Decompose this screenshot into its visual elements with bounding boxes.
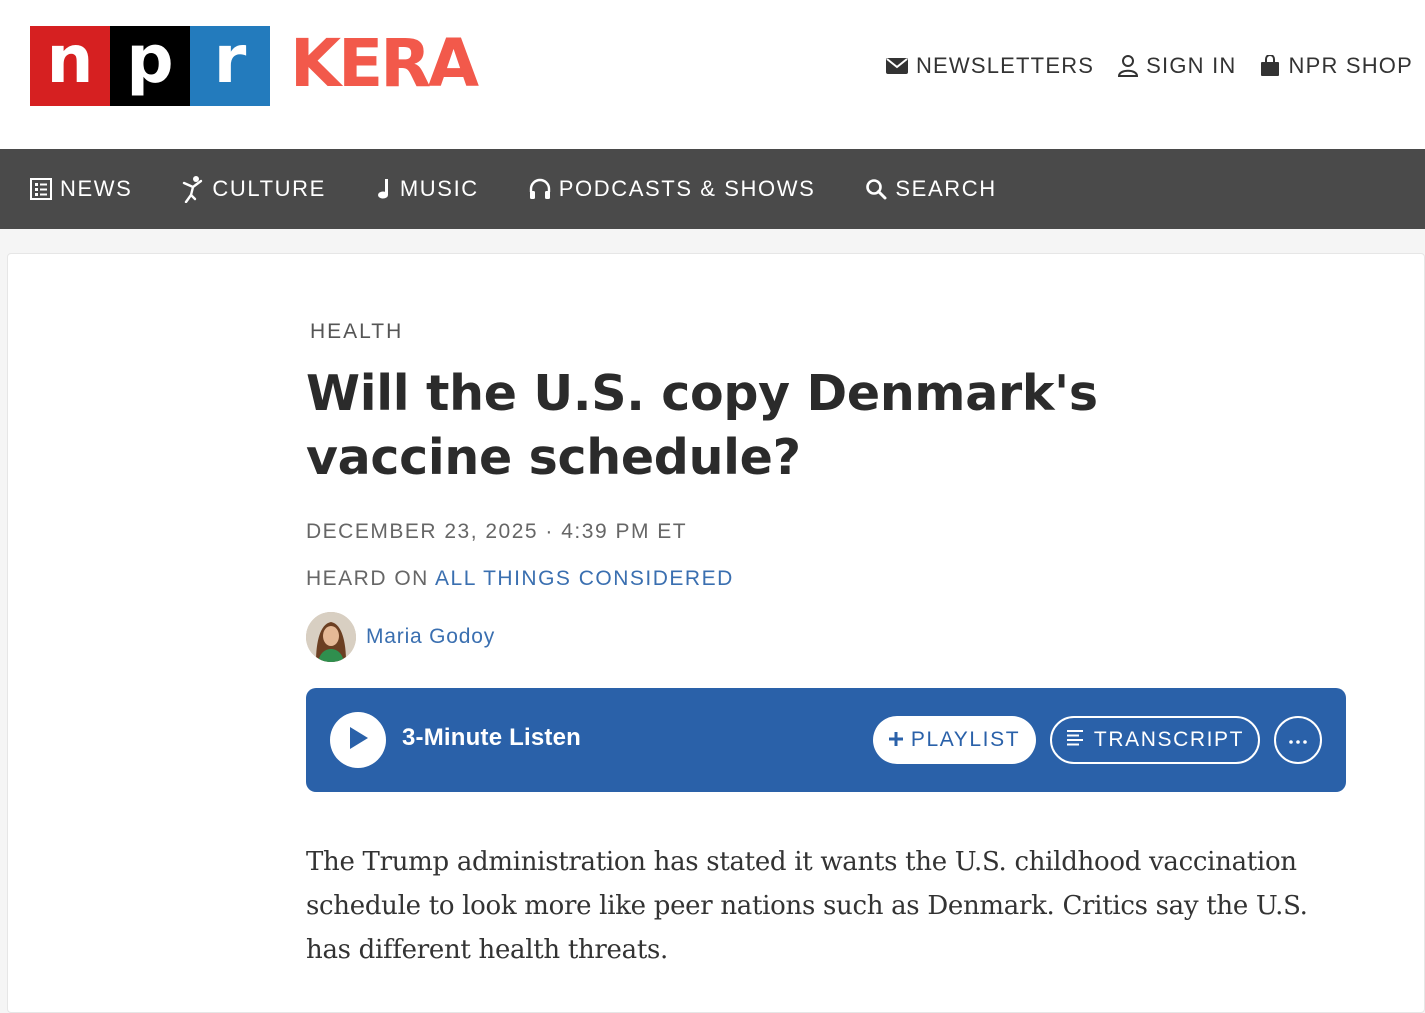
author-name[interactable]: Maria Godoy bbox=[366, 625, 495, 649]
byline: Maria Godoy bbox=[306, 612, 495, 662]
section-label[interactable]: HEALTH bbox=[310, 320, 403, 344]
avatar[interactable] bbox=[306, 612, 356, 662]
nav-item-podcasts[interactable]: PODCASTS & SHOWS bbox=[529, 176, 816, 202]
sign-in-link[interactable]: SIGN IN bbox=[1118, 53, 1236, 79]
npr-logo[interactable]: n p r bbox=[30, 26, 270, 106]
nav-item-music[interactable]: MUSIC bbox=[376, 176, 479, 202]
article-teaser: The Trump administration has stated it w… bbox=[306, 847, 1308, 965]
dancer-icon bbox=[182, 175, 204, 203]
sign-in-label: SIGN IN bbox=[1146, 53, 1237, 78]
playlist-label: PLAYLIST bbox=[910, 728, 1021, 751]
nav-item-news[interactable]: NEWS bbox=[30, 176, 132, 202]
article-headline: Will the U.S. copy Denmark's vaccine sch… bbox=[306, 365, 1098, 486]
audio-player: 3-Minute Listen PLAYLIST TRANSCRIPT bbox=[306, 688, 1346, 792]
ellipsis-icon bbox=[1289, 731, 1307, 749]
article-card: HEALTH Will the U.S. copy Denmark's vacc… bbox=[7, 253, 1425, 1013]
nav-label-music: MUSIC bbox=[399, 176, 479, 201]
npr-logo-p: p bbox=[110, 26, 190, 106]
play-icon bbox=[347, 726, 369, 755]
transcript-lines-icon bbox=[1066, 728, 1084, 752]
user-icon bbox=[1118, 55, 1139, 77]
play-button[interactable] bbox=[330, 712, 386, 768]
npr-shop-link[interactable]: NPR SHOP bbox=[1260, 53, 1413, 79]
add-to-playlist-button[interactable]: PLAYLIST bbox=[873, 716, 1036, 764]
newspaper-icon bbox=[30, 178, 52, 200]
more-options-button[interactable] bbox=[1274, 716, 1322, 764]
npr-shop-label: NPR SHOP bbox=[1288, 53, 1413, 78]
site-header: n p r KERA NEWSLETTERS SIGN IN NPR SHOP bbox=[0, 0, 1425, 149]
transcript-label: TRANSCRIPT bbox=[1093, 728, 1245, 751]
music-note-icon bbox=[376, 178, 392, 200]
npr-logo-n: n bbox=[30, 26, 110, 106]
shopping-bag-icon bbox=[1260, 55, 1280, 77]
nav-label-news: NEWS bbox=[60, 176, 133, 201]
heard-on-prefix: HEARD ON bbox=[306, 567, 436, 590]
headphones-icon bbox=[529, 178, 551, 200]
utility-nav: NEWSLETTERS SIGN IN NPR SHOP bbox=[885, 50, 1413, 82]
plus-icon bbox=[888, 728, 903, 752]
nav-label-culture: CULTURE bbox=[212, 176, 326, 201]
envelope-icon bbox=[885, 57, 908, 75]
nav-label-search: SEARCH bbox=[895, 176, 997, 201]
transcript-button[interactable]: TRANSCRIPT bbox=[1050, 716, 1260, 764]
listen-duration-label: 3-Minute Listen bbox=[402, 724, 582, 751]
heard-on: HEARD ON ALL THINGS CONSIDERED bbox=[306, 567, 734, 591]
article-dateline: DECEMBER 23, 2025 · 4:39 PM ET bbox=[306, 520, 688, 543]
newsletters-link[interactable]: NEWSLETTERS bbox=[885, 53, 1095, 79]
nav-item-culture[interactable]: CULTURE bbox=[182, 175, 325, 203]
nav-label-podcasts: PODCASTS & SHOWS bbox=[558, 176, 816, 201]
program-link[interactable]: ALL THINGS CONSIDERED bbox=[435, 567, 734, 590]
station-logo[interactable]: KERA bbox=[290, 28, 479, 100]
search-icon bbox=[865, 178, 887, 200]
nav-item-search[interactable]: SEARCH bbox=[865, 176, 996, 202]
newsletters-label: NEWSLETTERS bbox=[915, 53, 1095, 78]
main-nav: NEWS CULTURE MUSIC PODCASTS & SHOWS SEAR… bbox=[0, 149, 1425, 229]
npr-logo-r: r bbox=[190, 26, 270, 106]
